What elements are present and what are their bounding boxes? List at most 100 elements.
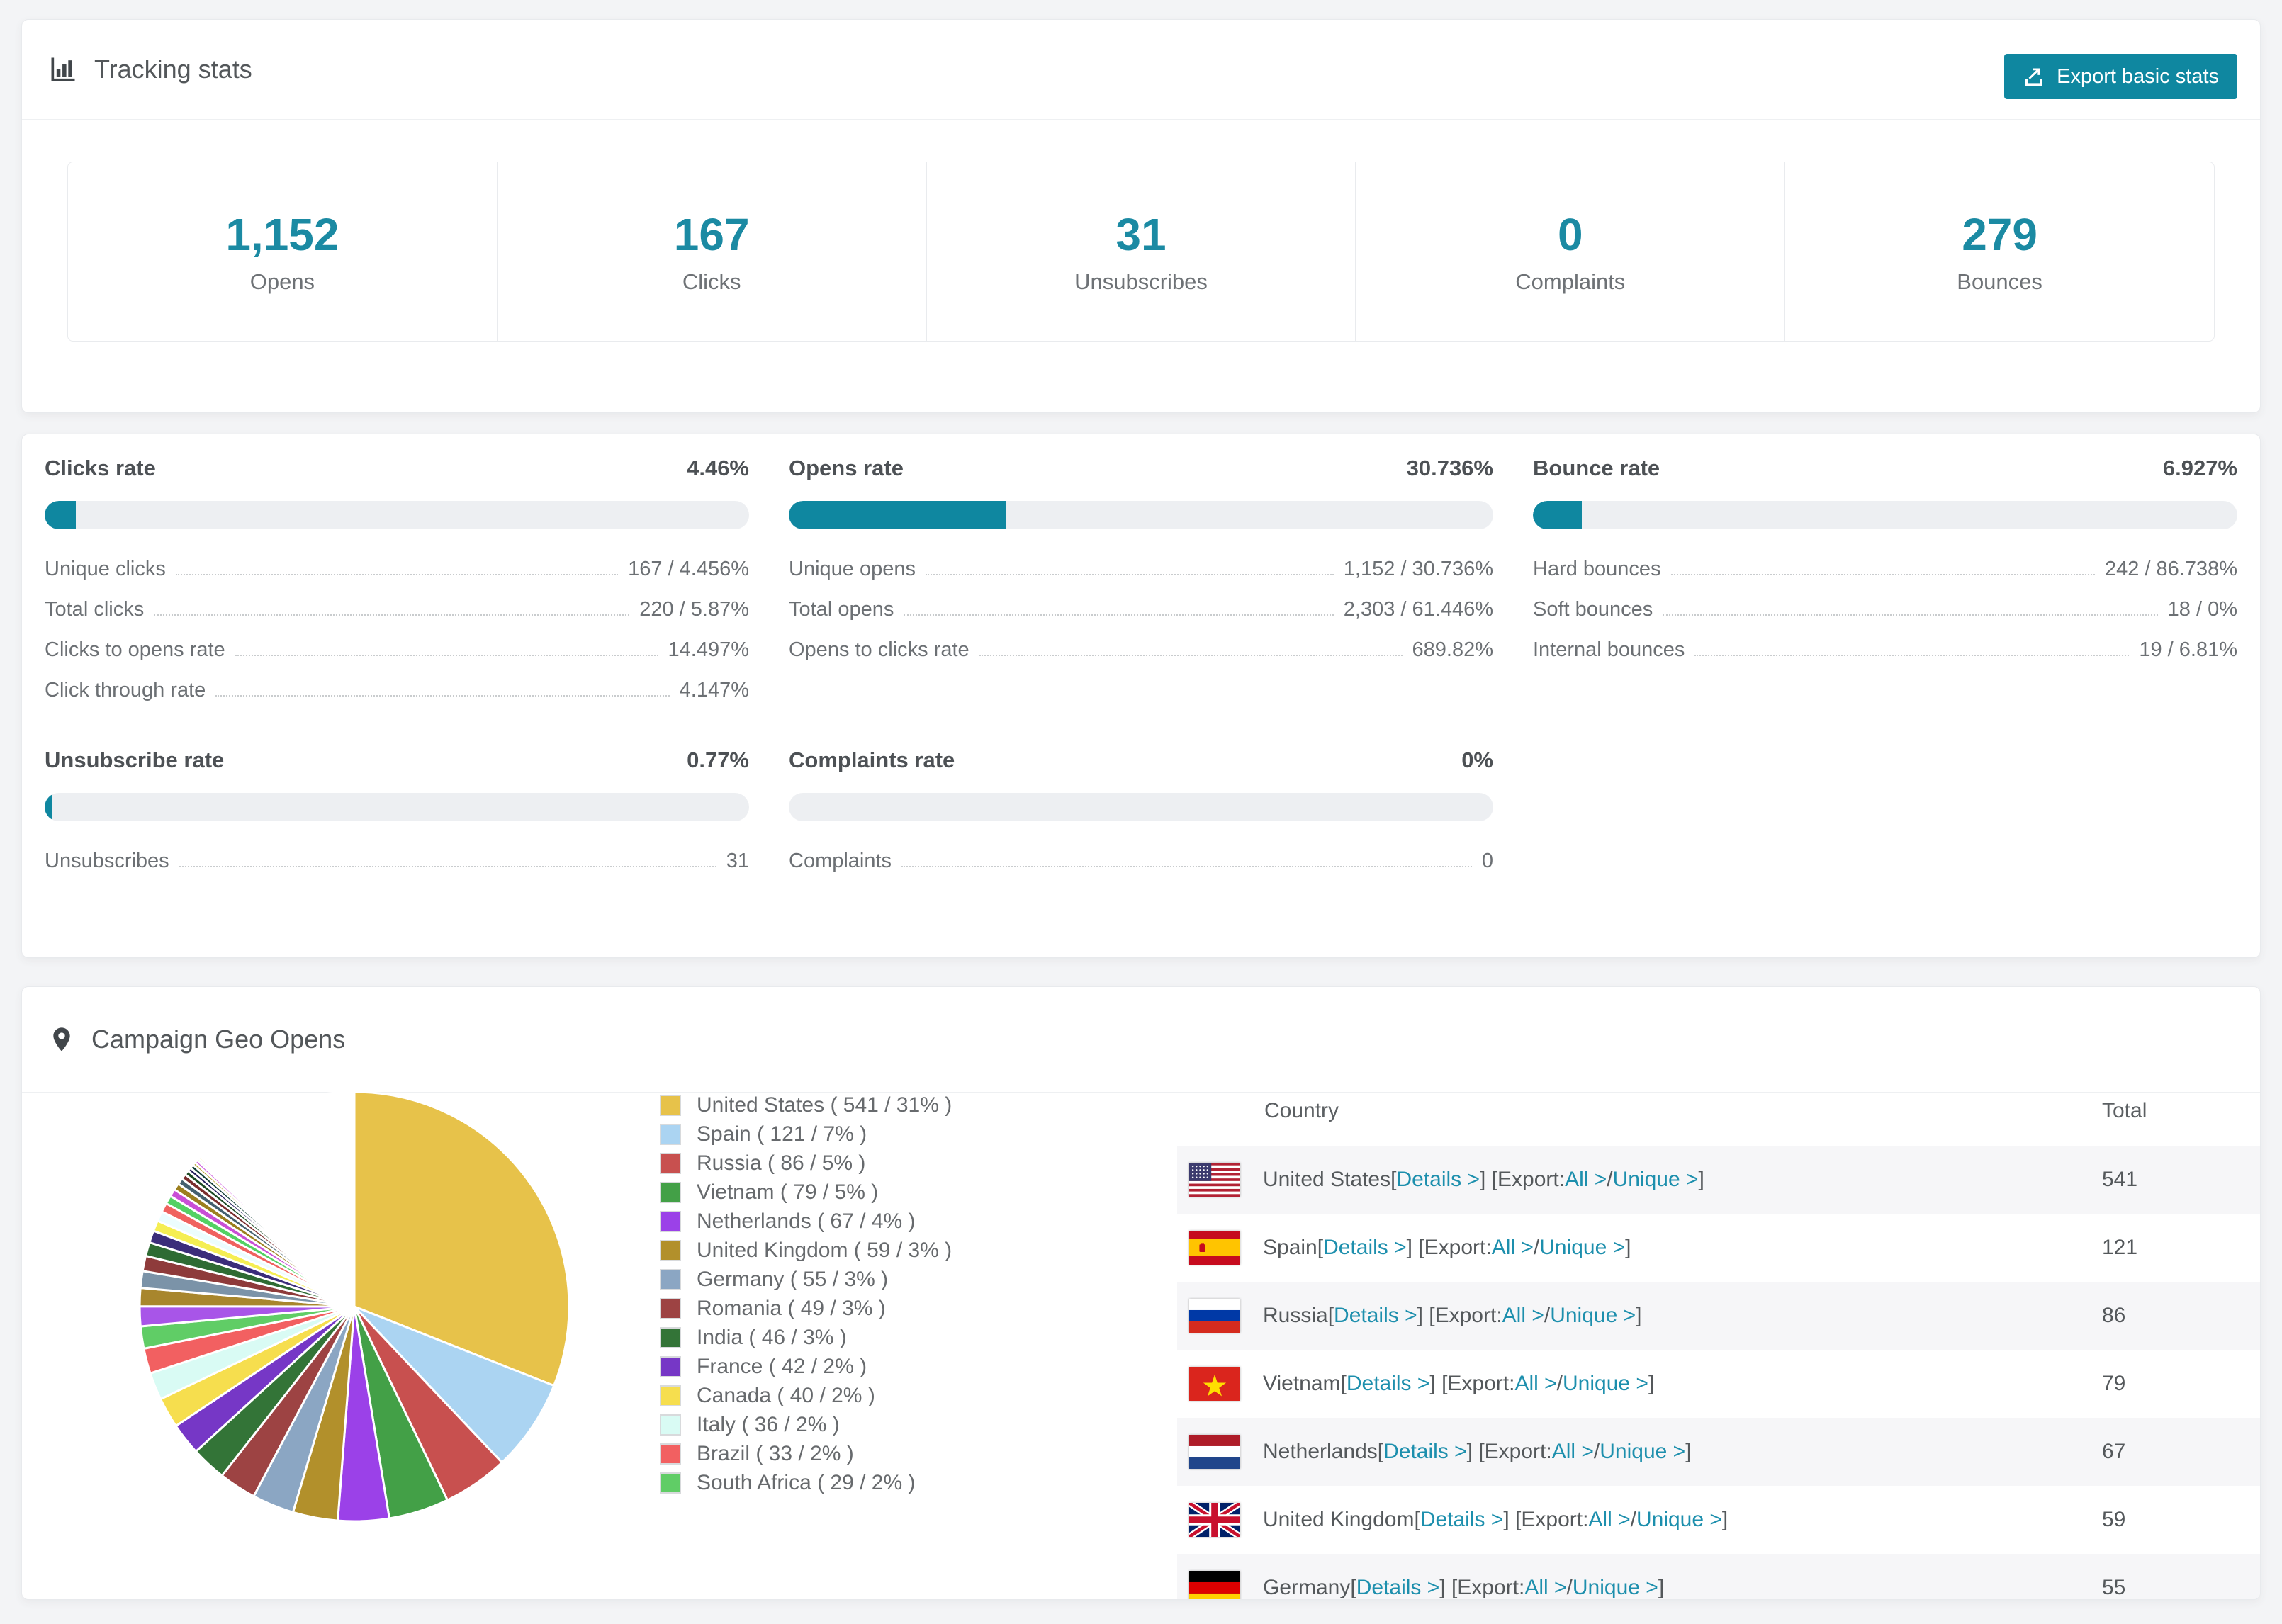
export-all-link[interactable]: All >	[1492, 1236, 1534, 1260]
details-link[interactable]: Details >	[1356, 1576, 1440, 1599]
legend-item-spain[interactable]: Spain ( 121 / 7% )	[660, 1120, 952, 1149]
rate-value: 0%	[1461, 748, 1493, 772]
rate-stat-row: Unique opens 1,152 / 30.736%	[789, 542, 1493, 582]
details-link[interactable]: Details >	[1383, 1440, 1467, 1464]
geo-table-body: United States [Details >] [Export: All >…	[1177, 1146, 2260, 1599]
legend-item-united-states[interactable]: United States ( 541 / 31% )	[660, 1090, 952, 1120]
rate-stat-label: Click through rate	[45, 679, 206, 701]
details-link[interactable]: Details >	[1420, 1508, 1504, 1532]
legend-item-brazil[interactable]: Brazil ( 33 / 2% )	[660, 1439, 952, 1468]
rate-block-clicks-rate: Clicks rate 4.46% Unique clicks 167 / 4.456…	[45, 456, 749, 704]
stat-value: 167	[673, 209, 750, 260]
details-link[interactable]: Details >	[1323, 1236, 1407, 1260]
legend-item-romania[interactable]: Romania ( 49 / 3% )	[660, 1294, 952, 1323]
legend-item-india[interactable]: India ( 46 / 3% )	[660, 1323, 952, 1352]
rate-stat-row: Internal bounces 19 / 6.81%	[1533, 623, 2237, 663]
export-basic-stats-button[interactable]: Export basic stats	[2004, 54, 2237, 99]
rate-stat-row: Hard bounces 242 / 86.738%	[1533, 542, 2237, 582]
bracket-text: ] [Export:	[1429, 1372, 1515, 1395]
legend-item-vietnam[interactable]: Vietnam ( 79 / 5% )	[660, 1178, 952, 1207]
bracket-text: ] [Export:	[1466, 1440, 1552, 1463]
geo-opens-table: Country Total United States [Details >] …	[1177, 1093, 2260, 1599]
rate-stat-row: Click through rate 4.147%	[45, 663, 749, 704]
rate-stat-value: 689.82%	[1412, 638, 1494, 661]
geo-table-row: Russia [Details >] [Export: All > / Uniq…	[1177, 1282, 2260, 1350]
legend-swatch	[660, 1210, 681, 1232]
rate-value: 30.736%	[1406, 456, 1493, 480]
legend-item-canada[interactable]: Canada ( 40 / 2% )	[660, 1381, 952, 1410]
legend-swatch	[660, 1385, 681, 1406]
export-unique-link[interactable]: Unique >	[1573, 1576, 1658, 1599]
country-name: United States	[1263, 1168, 1391, 1191]
export-unique-link[interactable]: Unique >	[1550, 1304, 1636, 1328]
bar-chart-icon	[47, 54, 79, 85]
rate-stat-value: 31	[726, 850, 749, 872]
rate-stat-row: Clicks to opens rate 14.497%	[45, 623, 749, 663]
export-unique-link[interactable]: Unique >	[1613, 1168, 1699, 1192]
rate-progress-fill	[1533, 501, 1582, 529]
rate-stat-row: Unique clicks 167 / 4.456%	[45, 542, 749, 582]
rate-progress-track	[45, 793, 749, 821]
export-all-link[interactable]: All >	[1524, 1576, 1566, 1599]
export-all-link[interactable]: All >	[1514, 1372, 1556, 1396]
rate-progress-track	[789, 793, 1493, 821]
country-flag-es-icon	[1189, 1231, 1240, 1265]
legend-item-netherlands[interactable]: Netherlands ( 67 / 4% )	[660, 1207, 952, 1236]
rate-title-row: Bounce rate 6.927%	[1533, 456, 2237, 481]
geo-table-row: Vietnam [Details >] [Export: All > / Uni…	[1177, 1350, 2260, 1418]
stat-cell-opens: 1,152 Opens	[68, 162, 498, 341]
legend-label: Germany ( 55 / 3% )	[697, 1267, 889, 1291]
export-unique-link[interactable]: Unique >	[1636, 1508, 1722, 1532]
slash-text: /	[1533, 1236, 1540, 1259]
geo-opens-pie-chart	[138, 1090, 570, 1523]
dotted-leader	[901, 866, 1472, 867]
export-unique-link[interactable]: Unique >	[1563, 1372, 1648, 1396]
country-name: United Kingdom	[1263, 1508, 1415, 1531]
details-link[interactable]: Details >	[1334, 1304, 1417, 1328]
dotted-leader	[904, 614, 1334, 616]
legend-swatch	[660, 1268, 681, 1290]
geo-row-country: Spain [Details >] [Export: All > / Uniqu…	[1263, 1214, 1631, 1282]
rate-progress-track	[45, 501, 749, 529]
bracket-text: ]	[1685, 1440, 1692, 1463]
rate-stat-row: Soft bounces 18 / 0%	[1533, 582, 2237, 623]
legend-label: United Kingdom ( 59 / 3% )	[697, 1238, 952, 1262]
rate-title: Opens rate	[789, 456, 904, 480]
legend-label: Brazil ( 33 / 2% )	[697, 1441, 854, 1465]
rate-stat-row: Unsubscribes 31	[45, 834, 749, 874]
details-link[interactable]: Details >	[1347, 1372, 1430, 1396]
stat-label: Complaints	[1515, 269, 1626, 294]
rate-title-row: Unsubscribe rate 0.77%	[45, 748, 749, 773]
rate-progress-fill	[45, 793, 52, 821]
export-unique-link[interactable]: Unique >	[1600, 1440, 1685, 1464]
export-all-link[interactable]: All >	[1588, 1508, 1630, 1532]
geo-row-country: Russia [Details >] [Export: All > / Uniq…	[1263, 1282, 1641, 1350]
export-all-link[interactable]: All >	[1552, 1440, 1594, 1464]
rate-title: Clicks rate	[45, 456, 156, 480]
legend-item-united-kingdom[interactable]: United Kingdom ( 59 / 3% )	[660, 1236, 952, 1265]
export-all-link[interactable]: All >	[1565, 1168, 1607, 1192]
legend-item-france[interactable]: France ( 42 / 2% )	[660, 1352, 952, 1381]
legend-item-germany[interactable]: Germany ( 55 / 3% )	[660, 1265, 952, 1294]
legend-swatch	[660, 1443, 681, 1465]
rate-stat-label: Internal bounces	[1533, 638, 1685, 661]
export-all-link[interactable]: All >	[1502, 1304, 1544, 1328]
details-link[interactable]: Details >	[1396, 1168, 1480, 1192]
bracket-text: [	[1317, 1236, 1324, 1259]
rates-card: Clicks rate 4.46% Unique clicks 167 / 4.456…	[21, 434, 2261, 958]
legend-item-south-africa[interactable]: South Africa ( 29 / 2% )	[660, 1468, 952, 1497]
bracket-text: ] [Export:	[1417, 1304, 1502, 1327]
rate-title-row: Clicks rate 4.46%	[45, 456, 749, 481]
rate-stat-label: Unique opens	[789, 558, 916, 580]
legend-item-russia[interactable]: Russia ( 86 / 5% )	[660, 1149, 952, 1178]
country-flag-gb-icon	[1187, 1500, 1242, 1540]
rate-stat-value: 167 / 4.456%	[628, 558, 749, 580]
legend-item-italy[interactable]: Italy ( 36 / 2% )	[660, 1410, 952, 1439]
legend-swatch	[660, 1239, 681, 1261]
rate-block-complaints-rate: Complaints rate 0% Complaints 0	[789, 748, 1493, 874]
export-unique-link[interactable]: Unique >	[1539, 1236, 1625, 1260]
geo-title: Campaign Geo Opens	[91, 1025, 346, 1054]
rate-stat-value: 220 / 5.87%	[639, 598, 749, 621]
legend-swatch	[660, 1094, 681, 1116]
geo-row-total: 67	[2102, 1440, 2126, 1463]
